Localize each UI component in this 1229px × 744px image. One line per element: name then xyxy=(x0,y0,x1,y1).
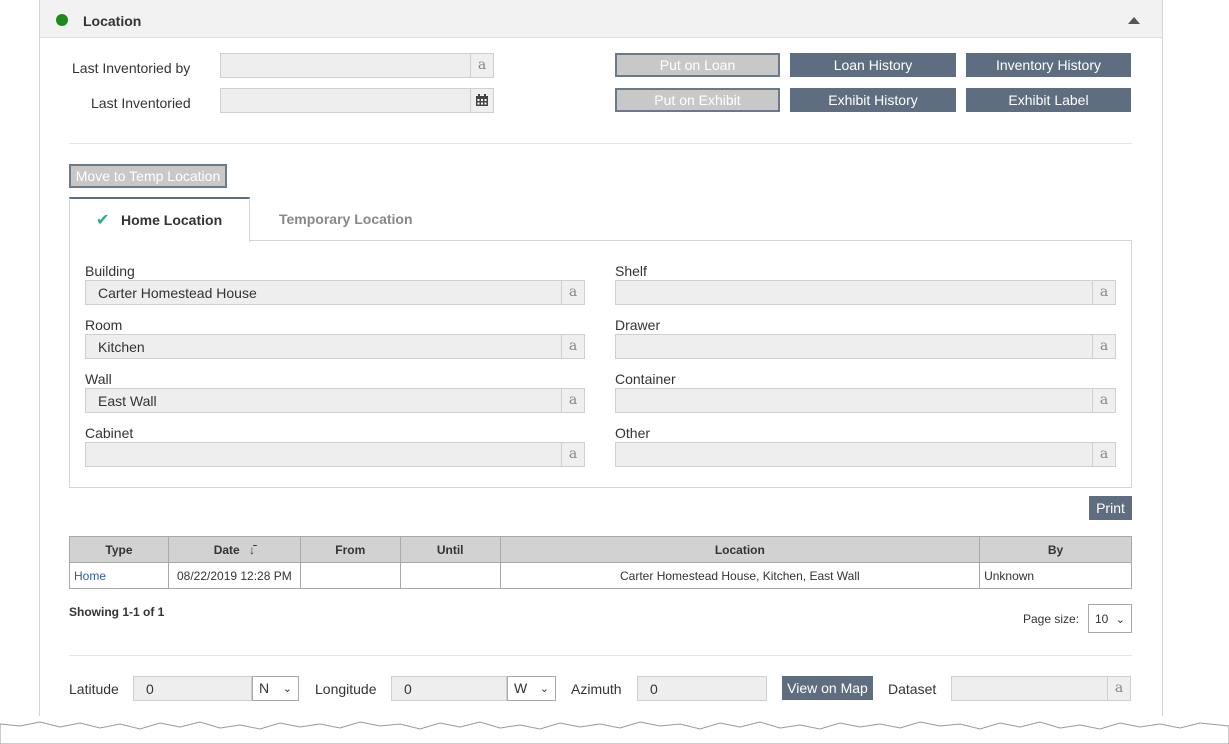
cell-date: 08/22/2019 12:28 PM xyxy=(167,562,301,589)
text-addon-icon: a xyxy=(561,388,585,413)
cell-by: Unknown xyxy=(979,562,1132,589)
longitude-value: 0 xyxy=(404,681,412,697)
container-field[interactable]: a xyxy=(615,388,1116,413)
exhibit-history-button[interactable]: Exhibit History xyxy=(790,88,956,112)
container-label: Container xyxy=(615,371,676,387)
text-addon-icon: a xyxy=(561,334,585,359)
longitude-direction-select[interactable]: W ⌄ xyxy=(507,676,556,701)
other-field[interactable]: a xyxy=(615,442,1116,467)
tab-temporary-label: Temporary Location xyxy=(279,211,413,227)
torn-edge-decoration xyxy=(0,716,1229,744)
column-header-location[interactable]: Location xyxy=(499,536,981,563)
longitude-direction-value: W xyxy=(514,680,528,696)
text-addon-icon: a xyxy=(1092,334,1116,359)
cabinet-label: Cabinet xyxy=(85,425,134,441)
text-addon-icon: a xyxy=(561,442,585,467)
checkmark-icon: ✔ xyxy=(96,212,110,229)
showing-count: Showing 1-1 of 1 xyxy=(69,605,165,619)
last-inventoried-by-field[interactable]: a xyxy=(220,53,494,78)
tab-home-location[interactable]: ✔ Home Location xyxy=(69,197,250,242)
longitude-field[interactable]: 0 xyxy=(391,676,507,701)
exhibit-label-button[interactable]: Exhibit Label xyxy=(966,88,1131,112)
cell-location: Carter Homestead House, Kitchen, East Wa… xyxy=(499,562,981,589)
divider xyxy=(69,143,1132,144)
status-indicator xyxy=(56,14,68,26)
text-addon-icon: a xyxy=(1092,280,1116,305)
last-inventoried-by-label: Last Inventoried by xyxy=(72,60,191,76)
longitude-label: Longitude xyxy=(315,681,377,697)
dataset-label: Dataset xyxy=(888,681,937,697)
table-header-row: Type Date ↓̄ From Until Location By xyxy=(69,536,1132,563)
table-row: Home 08/22/2019 12:28 PM Carter Homestea… xyxy=(69,562,1132,589)
wall-field[interactable]: East Wall a xyxy=(85,388,585,413)
column-header-date[interactable]: Date ↓̄ xyxy=(167,536,301,563)
latitude-value: 0 xyxy=(146,681,154,697)
divider xyxy=(69,655,1132,656)
text-addon-icon: a xyxy=(470,53,494,78)
column-header-type[interactable]: Type xyxy=(69,536,169,563)
room-label: Room xyxy=(85,317,123,333)
page-size-select[interactable]: 10 ⌄ xyxy=(1088,604,1132,633)
shelf-field[interactable]: a xyxy=(615,280,1116,305)
column-header-by[interactable]: By xyxy=(979,536,1132,563)
latitude-field[interactable]: 0 xyxy=(133,676,252,701)
cell-until xyxy=(399,562,501,589)
page-size-label: Page size: xyxy=(1023,612,1080,626)
text-addon-icon: a xyxy=(1092,442,1116,467)
room-value: Kitchen xyxy=(98,339,145,355)
drawer-label: Drawer xyxy=(615,317,661,333)
location-history-table: Type Date ↓̄ From Until Location By Home… xyxy=(69,536,1132,589)
other-label: Other xyxy=(615,425,651,441)
wall-value: East Wall xyxy=(98,393,157,409)
tab-home-label: Home Location xyxy=(121,212,223,228)
inventory-history-button[interactable]: Inventory History xyxy=(966,53,1131,77)
last-inventoried-label: Last Inventoried xyxy=(91,95,191,111)
tab-temporary-location[interactable]: Temporary Location xyxy=(250,197,440,241)
column-header-date-label: Date xyxy=(213,542,240,557)
calendar-icon[interactable] xyxy=(470,88,494,113)
put-on-exhibit-button[interactable]: Put on Exhibit xyxy=(615,88,780,112)
print-button[interactable]: Print xyxy=(1089,496,1132,520)
building-field[interactable]: Carter Homestead House a xyxy=(85,280,585,305)
column-header-until[interactable]: Until xyxy=(399,536,501,563)
azimuth-label: Azimuth xyxy=(571,681,622,697)
dataset-field[interactable]: a xyxy=(951,676,1131,701)
text-addon-icon: a xyxy=(1107,676,1131,701)
room-field[interactable]: Kitchen a xyxy=(85,334,585,359)
wall-label: Wall xyxy=(85,371,112,387)
collapse-icon[interactable] xyxy=(1128,17,1140,24)
building-value: Carter Homestead House xyxy=(98,285,257,301)
building-label: Building xyxy=(85,263,135,279)
chevron-down-icon: ⌄ xyxy=(1115,614,1125,626)
put-on-loan-button[interactable]: Put on Loan xyxy=(615,53,780,77)
view-on-map-button[interactable]: View on Map xyxy=(782,676,873,700)
drawer-field[interactable]: a xyxy=(615,334,1116,359)
panel-header[interactable]: Location xyxy=(40,0,1162,38)
cell-from xyxy=(299,562,401,589)
panel-title: Location xyxy=(83,13,142,29)
latitude-label: Latitude xyxy=(69,681,119,697)
last-inventoried-field[interactable] xyxy=(220,88,494,113)
move-to-temp-location-button[interactable]: Move to Temp Location xyxy=(69,164,227,188)
shelf-label: Shelf xyxy=(615,263,647,279)
latitude-direction-value: N xyxy=(259,680,270,696)
latitude-direction-select[interactable]: N ⌄ xyxy=(252,676,299,701)
azimuth-value: 0 xyxy=(650,681,658,697)
column-header-from[interactable]: From xyxy=(299,536,401,563)
chevron-down-icon: ⌄ xyxy=(282,683,292,695)
sort-descending-icon[interactable]: ↓̄ xyxy=(249,543,255,557)
azimuth-field[interactable]: 0 xyxy=(637,676,767,701)
cell-type-link[interactable]: Home xyxy=(69,562,169,589)
loan-history-button[interactable]: Loan History xyxy=(790,53,956,77)
text-addon-icon: a xyxy=(1092,388,1116,413)
page-size-value: 10 xyxy=(1095,612,1109,626)
cabinet-field[interactable]: a xyxy=(85,442,585,467)
text-addon-icon: a xyxy=(561,280,585,305)
chevron-down-icon: ⌄ xyxy=(539,683,549,695)
